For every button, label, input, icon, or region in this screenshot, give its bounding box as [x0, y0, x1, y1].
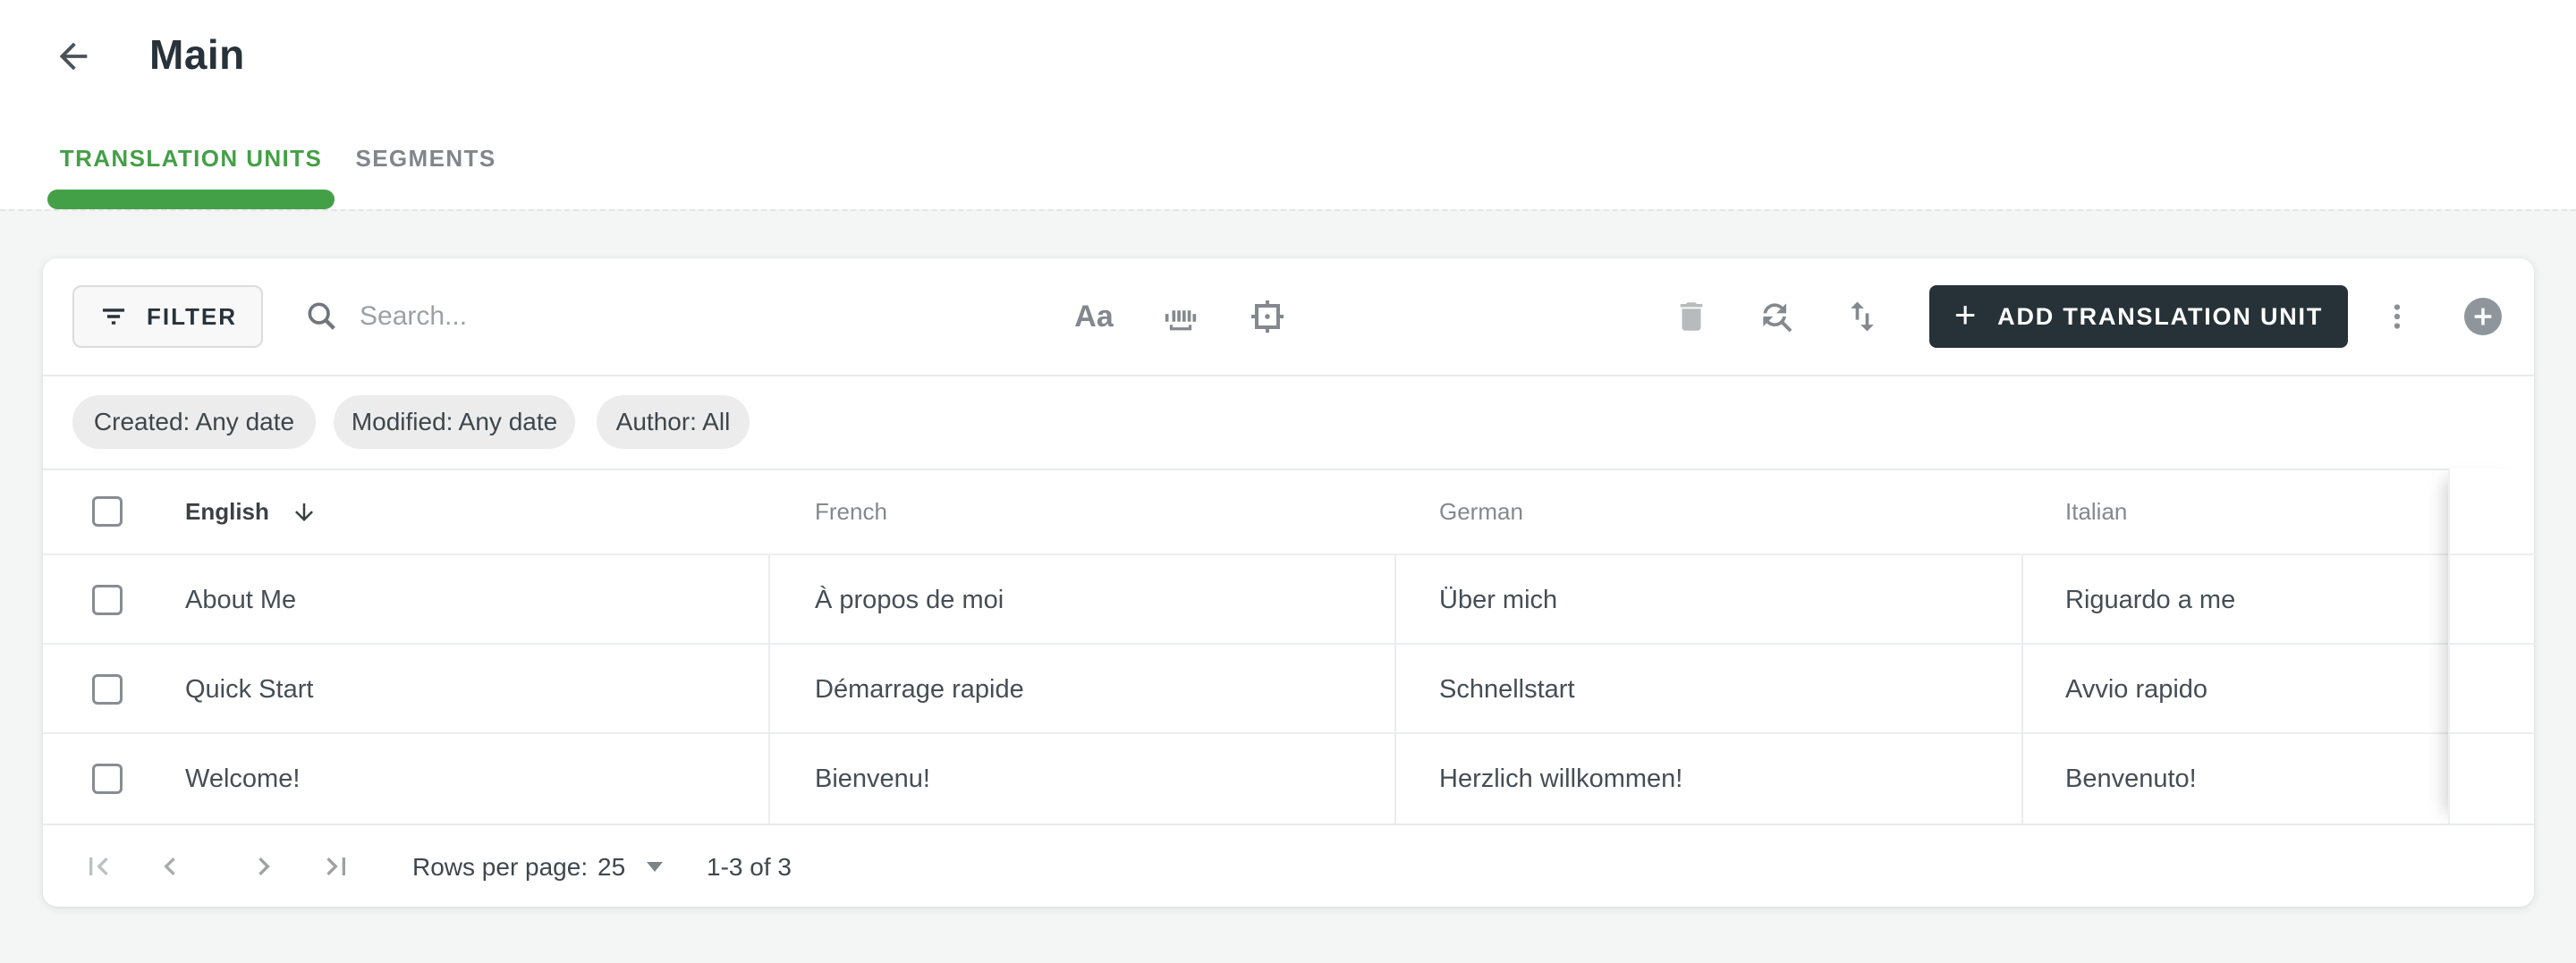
filter-chip-author[interactable]: Author: All [597, 395, 750, 449]
cell-french[interactable]: Démarrage rapide [815, 645, 1024, 734]
page-title: Main [149, 31, 245, 78]
table-footer: Rows per page: 25 1-3 of 3 [43, 824, 2534, 907]
cell-italian[interactable]: Avvio rapido [2065, 645, 2207, 734]
tab-segments[interactable]: SEGMENTS [355, 132, 495, 184]
whole-word-button[interactable] [1153, 285, 1208, 348]
next-page-button[interactable] [242, 845, 285, 888]
row-checkbox[interactable] [92, 674, 123, 705]
select-all-checkbox[interactable] [92, 496, 123, 527]
filter-button-label: FILTER [146, 302, 238, 330]
cell-italian[interactable]: Benvenuto! [2065, 734, 2197, 824]
plus-icon [2474, 308, 2492, 325]
delete-button[interactable] [1664, 285, 1719, 348]
column-divider [1394, 555, 1396, 824]
column-header-label: French [815, 498, 887, 525]
tab-translation-units[interactable]: TRANSLATION UNITS [47, 132, 335, 184]
chevron-left-icon [164, 857, 175, 875]
kebab-icon [2394, 304, 2401, 329]
sort-button[interactable] [1835, 285, 1890, 348]
import-export-icon [1851, 301, 1874, 332]
previous-page-button[interactable] [148, 845, 191, 888]
column-header-german[interactable]: German [1439, 469, 1523, 555]
filter-button[interactable]: FILTER [72, 285, 263, 348]
column-divider [2021, 555, 2023, 824]
arrow-back-icon [59, 42, 88, 71]
column-header-label: German [1439, 498, 1523, 525]
filter-chip-modified[interactable]: Modified: Any date [334, 395, 575, 449]
rows-per-page-select[interactable]: 25 [597, 825, 664, 908]
cell-german[interactable]: Schnellstart [1439, 645, 1575, 734]
filter-icon [102, 308, 125, 325]
rows-per-page-label: Rows per page: [412, 852, 589, 881]
cell-french[interactable]: À propos de moi [815, 555, 1004, 645]
search-box [304, 285, 914, 348]
back-button[interactable] [50, 33, 97, 80]
column-divider [768, 555, 770, 824]
selection-frame-button[interactable] [1240, 285, 1295, 348]
whole-word-icon [1165, 310, 1197, 331]
first-page-icon [89, 857, 108, 875]
cell-english[interactable]: Welcome! [185, 734, 300, 824]
last-page-icon [326, 857, 345, 875]
column-header-label: English [185, 498, 269, 525]
translation-units-card: FILTER Aa [43, 258, 2536, 907]
column-header-french[interactable]: French [815, 469, 887, 555]
search-icon [308, 302, 335, 330]
find-replace-icon [1763, 303, 1792, 333]
add-button-label: ADD TRANSLATION UNIT [1997, 302, 2324, 330]
chevron-right-icon [258, 857, 270, 875]
search-input[interactable] [360, 301, 914, 332]
table-row: About Me À propos de moi Über mich Rigua… [43, 555, 2448, 645]
find-replace-button[interactable] [1749, 285, 1804, 348]
pinned-end-column [2448, 469, 2536, 824]
cell-german[interactable]: Über mich [1439, 555, 1557, 645]
cell-french[interactable]: Bienvenu! [815, 734, 930, 824]
filter-chip-created[interactable]: Created: Any date [72, 395, 316, 449]
column-header-label: Italian [2065, 498, 2128, 525]
cell-italian[interactable]: Riguardo a me [2065, 555, 2235, 645]
match-case-icon: Aa [1074, 299, 1114, 334]
rows-per-page-value: 25 [597, 852, 626, 881]
match-case-button[interactable]: Aa [1066, 285, 1122, 348]
selection-frame-icon [1251, 300, 1284, 333]
content-area: FILTER Aa [0, 209, 2576, 963]
add-translation-unit-button[interactable]: + ADD TRANSLATION UNIT [1929, 285, 2348, 348]
translation-memory-page: Main TRANSLATION UNITS SEGMENTS FILTER A… [0, 0, 2576, 963]
row-checkbox[interactable] [92, 764, 123, 794]
table-header-row: English French German Italian [43, 469, 2448, 555]
cell-english[interactable]: Quick Start [185, 645, 313, 734]
more-options-button[interactable] [2370, 285, 2424, 348]
table-row: Quick Start Démarrage rapide Schnellstar… [43, 645, 2448, 734]
pagination-range: 1-3 of 3 [707, 852, 792, 881]
column-header-italian[interactable]: Italian [2065, 469, 2127, 555]
trash-icon [1680, 302, 1703, 331]
last-page-button[interactable] [315, 845, 358, 888]
column-header-english[interactable]: English [185, 469, 318, 555]
cell-english[interactable]: About Me [185, 555, 296, 645]
chevron-down-icon [647, 862, 664, 872]
first-page-button[interactable] [77, 845, 120, 888]
row-checkbox[interactable] [92, 585, 123, 615]
toolbar-divider [43, 375, 2534, 376]
circle-add-button[interactable] [2464, 298, 2502, 335]
sort-descending-icon [294, 503, 313, 521]
table-row: Welcome! Bienvenu! Herzlich willkommen! … [43, 734, 2448, 824]
active-tab-indicator [47, 190, 335, 209]
plus-icon: + [1953, 293, 1979, 335]
cell-german[interactable]: Herzlich willkommen! [1439, 734, 1682, 824]
